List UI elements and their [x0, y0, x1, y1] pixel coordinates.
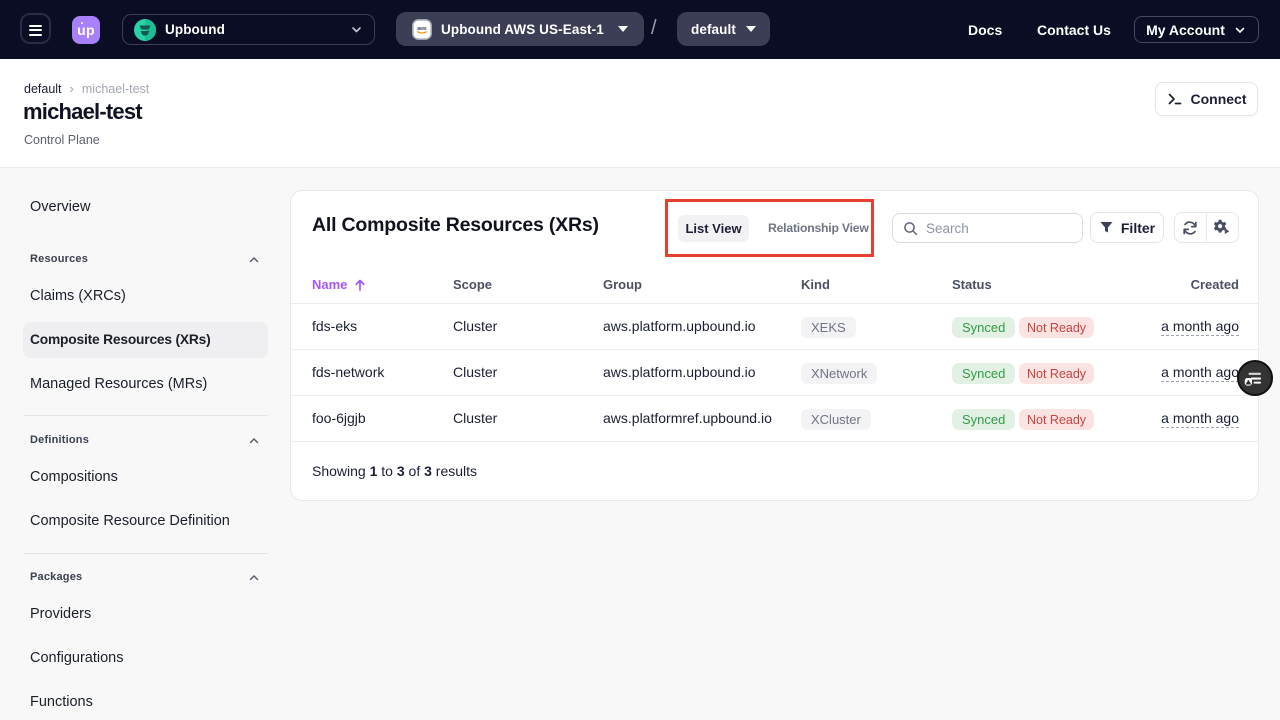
svg-text:aws: aws — [417, 26, 427, 32]
